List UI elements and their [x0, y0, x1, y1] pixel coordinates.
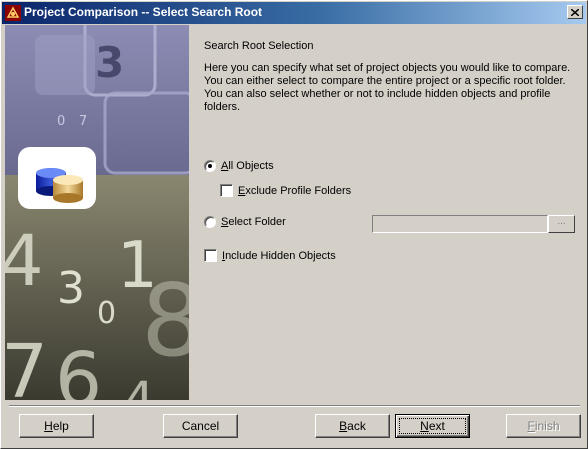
checkbox-indicator[interactable]	[220, 184, 233, 197]
focus-rect	[399, 418, 466, 434]
folder-path-field[interactable]	[372, 215, 548, 233]
radio-indicator[interactable]	[204, 160, 216, 172]
cancel-button[interactable]: Cancel	[163, 414, 238, 438]
all-objects-radio[interactable]: All Objects	[204, 160, 274, 172]
banner-digit: 0	[97, 296, 116, 331]
banner-digit: 4	[123, 371, 155, 400]
banner-digit: 3	[95, 38, 124, 87]
window-title: Project Comparison -- Select Search Root	[24, 5, 263, 19]
finish-button[interactable]: Finish	[506, 414, 581, 438]
banner-digit: 4	[5, 220, 44, 302]
banner-digit: 7	[79, 114, 87, 129]
wizard-banner: 3 0 7 4 3 1 8 0 7 6 4	[5, 25, 189, 400]
all-objects-label: All Objects	[221, 160, 274, 172]
browse-label: ...	[557, 216, 566, 227]
section-heading: Search Root Selection	[204, 40, 314, 52]
title-bar[interactable]: Project Comparison -- Select Search Root	[2, 2, 586, 24]
next-button[interactable]: Next	[395, 414, 470, 438]
checkbox-indicator[interactable]	[204, 249, 217, 262]
banner-digit: 7	[5, 329, 48, 400]
exclude-profile-folders-label: Exclude Profile Folders	[238, 184, 352, 197]
browse-button[interactable]: ...	[548, 215, 575, 233]
select-folder-label: Select Folder	[221, 216, 286, 228]
bottom-separator	[9, 405, 580, 407]
content-panel: Search Root Selection Here you can speci…	[189, 25, 585, 400]
banner-digit: 6	[55, 337, 102, 400]
help-label: Help	[44, 419, 69, 433]
back-button[interactable]: Back	[315, 414, 390, 438]
close-icon	[571, 8, 579, 16]
select-folder-radio[interactable]: Select Folder	[204, 216, 286, 228]
dialog-window: Project Comparison -- Select Search Root	[0, 0, 588, 449]
finish-label: Finish	[527, 419, 560, 433]
include-hidden-objects-label: Include Hidden Objects	[222, 249, 336, 262]
back-label: Back	[339, 419, 366, 433]
banner-digit: 0	[57, 114, 65, 129]
section-description: Here you can specify what set of project…	[204, 62, 571, 113]
app-icon	[5, 5, 21, 21]
cancel-label: Cancel	[181, 419, 220, 433]
close-button[interactable]	[567, 5, 583, 19]
banner-digit: 3	[57, 263, 85, 314]
banner-digit: 8	[141, 262, 189, 379]
help-button[interactable]: Help	[19, 414, 94, 438]
include-hidden-objects-checkbox[interactable]: Include Hidden Objects	[204, 249, 336, 262]
radio-indicator[interactable]	[204, 216, 216, 228]
exclude-profile-folders-checkbox[interactable]: Exclude Profile Folders	[220, 184, 351, 197]
